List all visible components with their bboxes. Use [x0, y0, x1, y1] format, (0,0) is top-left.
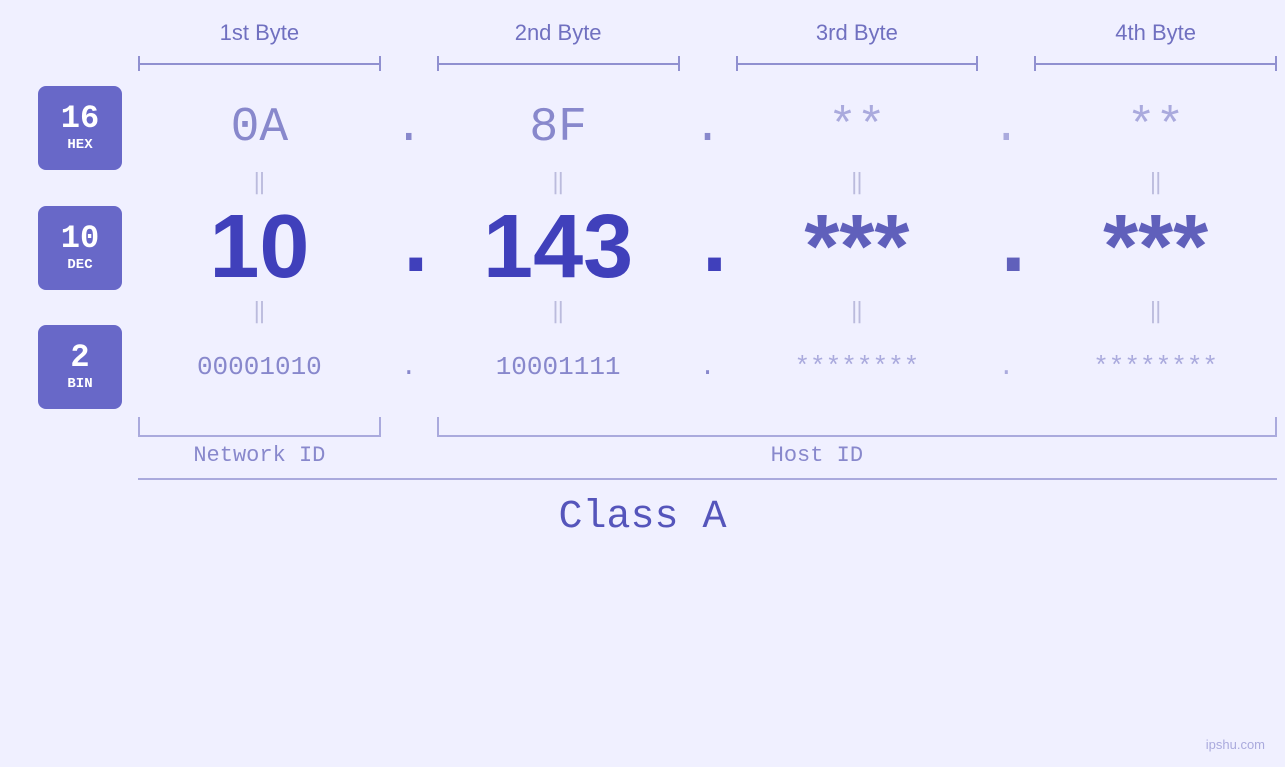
network-bracket — [130, 417, 389, 437]
bin-byte1: 00001010 — [130, 352, 389, 382]
id-labels-area: Network ID Host ID — [130, 443, 1285, 468]
bracket-byte2 — [429, 56, 688, 71]
hex-number: 16 — [61, 103, 99, 135]
bracket-byte3 — [728, 56, 987, 71]
eq1-b1: ‖ — [130, 170, 389, 196]
equals-cells-1: ‖ ‖ ‖ ‖ — [130, 170, 1285, 196]
hex-byte1: 0A — [130, 101, 389, 155]
full-bottom-line — [138, 478, 1277, 480]
watermark: ipshu.com — [1206, 737, 1265, 752]
dec-label: DEC — [67, 257, 92, 273]
hex-dot2: . — [688, 101, 728, 155]
hex-byte3: ** — [728, 101, 987, 155]
hex-badge: 16 HEX — [38, 86, 122, 170]
full-line-container — [0, 478, 1285, 480]
bin-dot2: . — [688, 352, 728, 382]
hex-label: HEX — [67, 137, 92, 153]
equals-row-1: ‖ ‖ ‖ ‖ — [0, 170, 1285, 196]
host-bracket-b2 — [429, 417, 688, 437]
hex-cells: 0A . 8F . ** . ** — [130, 101, 1285, 155]
dec-number: 10 — [61, 223, 99, 255]
hex-badge-area: 16 HEX — [0, 86, 130, 170]
bin-row: 2 BIN 00001010 . 10001111 . ******** . — [0, 325, 1285, 409]
eq1-b3: ‖ — [728, 170, 987, 196]
dec-byte1: 10 — [130, 196, 389, 299]
byte-headers-area: 1st Byte 2nd Byte 3rd Byte 4th Byte — [130, 20, 1285, 51]
eq1-b4: ‖ — [1026, 170, 1285, 196]
bin-badge: 2 BIN — [38, 325, 122, 409]
byte-headers-row: 1st Byte 2nd Byte 3rd Byte 4th Byte — [0, 20, 1285, 51]
bin-label: BIN — [67, 376, 92, 392]
host-bracket-b4 — [1026, 417, 1285, 437]
bin-cells: 00001010 . 10001111 . ******** . *******… — [130, 352, 1285, 382]
byte2-header: 2nd Byte — [429, 20, 688, 51]
hex-byte2: 8F — [429, 101, 688, 155]
bottom-brackets-area — [130, 417, 1285, 437]
bin-badge-area: 2 BIN — [0, 325, 130, 409]
bin-number: 2 — [70, 342, 89, 374]
dec-dot1: . — [389, 197, 429, 299]
host-bracket-b3 — [728, 417, 987, 437]
eq1-b2: ‖ — [429, 170, 688, 196]
dec-byte2: 143 — [429, 196, 688, 299]
hex-dot3: . — [986, 101, 1026, 155]
dec-dot3: . — [986, 197, 1026, 299]
dec-byte3: *** — [728, 196, 987, 299]
id-labels-row: Network ID Host ID — [0, 443, 1285, 468]
class-label: Class A — [0, 495, 1285, 540]
bin-byte2: 10001111 — [429, 352, 688, 382]
dec-dot2: . — [688, 197, 728, 299]
byte3-header: 3rd Byte — [728, 20, 987, 51]
eq2-b1: ‖ — [130, 299, 389, 325]
dec-byte4: *** — [1026, 196, 1285, 299]
brackets-area — [130, 56, 1285, 71]
hex-byte4: ** — [1026, 101, 1285, 155]
bin-dot1: . — [389, 352, 429, 382]
main-container: 1st Byte 2nd Byte 3rd Byte 4th Byte — [0, 0, 1285, 767]
eq2-b2: ‖ — [429, 299, 688, 325]
top-bracket-row — [0, 56, 1285, 71]
hex-dot1: . — [389, 101, 429, 155]
equals-cells-2: ‖ ‖ ‖ ‖ — [130, 299, 1285, 325]
network-id-label: Network ID — [130, 443, 389, 468]
host-id-label: Host ID — [429, 443, 1205, 468]
dec-cells: 10 . 143 . *** . *** — [130, 196, 1285, 299]
dec-badge-area: 10 DEC — [0, 206, 130, 290]
byte1-header: 1st Byte — [130, 20, 389, 51]
eq2-b3: ‖ — [728, 299, 987, 325]
bottom-bracket-container — [0, 417, 1285, 437]
eq2-b4: ‖ — [1026, 299, 1285, 325]
dec-row: 10 DEC 10 . 143 . *** . *** — [0, 196, 1285, 299]
hex-row: 16 HEX 0A . 8F . ** . ** — [0, 86, 1285, 170]
bin-dot3: . — [986, 352, 1026, 382]
bin-byte4: ******** — [1026, 352, 1285, 382]
dec-badge: 10 DEC — [38, 206, 122, 290]
equals-row-2: ‖ ‖ ‖ ‖ — [0, 299, 1285, 325]
bin-byte3: ******** — [728, 352, 987, 382]
bracket-byte4 — [1026, 56, 1285, 71]
bracket-byte1 — [130, 56, 389, 71]
byte4-header: 4th Byte — [1026, 20, 1285, 51]
